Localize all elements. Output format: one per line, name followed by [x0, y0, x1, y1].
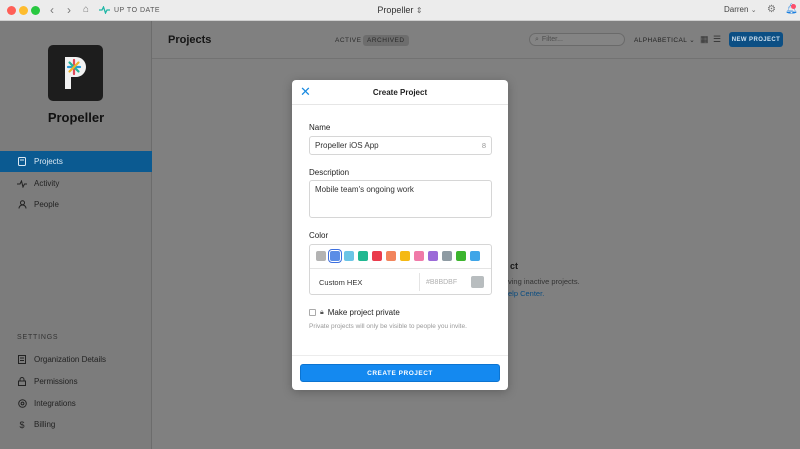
- sidebar-item-label: Billing: [34, 420, 56, 429]
- color-swatch[interactable]: [456, 251, 466, 261]
- private-hint: Private projects will only be visible to…: [309, 323, 467, 330]
- user-menu[interactable]: Darren ⌄: [724, 5, 757, 14]
- color-swatches: [316, 249, 480, 263]
- color-swatch[interactable]: [372, 251, 382, 261]
- building-icon: [17, 355, 27, 365]
- custom-hex-placeholder: #B8BDBF: [426, 278, 458, 286]
- sidebar-item-billing[interactable]: $ Billing: [0, 414, 152, 435]
- sort-label: ALPHABETICAL: [634, 37, 687, 44]
- description-value: Mobile team's ongoing work: [315, 185, 414, 194]
- tab-active[interactable]: ACTIVE: [331, 35, 365, 46]
- description-textarea[interactable]: Mobile team's ongoing work: [309, 180, 492, 218]
- sidebar-item-label: Projects: [34, 157, 63, 166]
- sidebar-item-organization-details[interactable]: Organization Details: [0, 349, 152, 370]
- projects-icon: [17, 157, 27, 167]
- color-picker: Custom HEX #B8BDBF: [309, 244, 492, 295]
- workspace-logo: [48, 45, 103, 101]
- modal-title: Create Project: [372, 88, 428, 97]
- window-title[interactable]: Propeller ⇕: [0, 5, 800, 15]
- color-swatch[interactable]: [400, 251, 410, 261]
- user-name: Darren: [724, 5, 749, 14]
- help-center-link[interactable]: elp Center.: [508, 289, 544, 298]
- name-char-count: 8: [481, 141, 486, 150]
- private-label: Make project private: [327, 308, 400, 317]
- gear-icon[interactable]: ⚙: [767, 3, 776, 17]
- chevron-down-icon: ⌄: [689, 37, 696, 44]
- divider: [292, 355, 508, 356]
- color-swatch[interactable]: [316, 251, 326, 261]
- sidebar-item-label: Organization Details: [34, 355, 107, 364]
- settings-heading: SETTINGS: [17, 334, 59, 341]
- sidebar-item-label: Activity: [34, 179, 60, 188]
- color-swatch[interactable]: [414, 251, 424, 261]
- private-checkbox[interactable]: [309, 309, 316, 316]
- activity-icon: [17, 179, 27, 189]
- divider: [310, 268, 491, 269]
- color-swatch[interactable]: [386, 251, 396, 261]
- chevron-down-icon: ⌄: [750, 7, 757, 14]
- search-icon: ⌕: [535, 35, 539, 43]
- color-swatch[interactable]: [344, 251, 354, 261]
- grid-view-icon[interactable]: ▦: [700, 35, 709, 44]
- sidebar-item-people[interactable]: People: [0, 194, 152, 215]
- empty-state-text: ving inactive projects.: [508, 277, 580, 286]
- create-project-button[interactable]: CREATE PROJECT: [300, 364, 500, 382]
- dollar-icon: $: [19, 419, 25, 430]
- modal-header: ✕ Create Project: [292, 80, 508, 105]
- people-icon: [17, 200, 27, 210]
- workspace-name: Propeller: [47, 110, 105, 125]
- custom-hex-input[interactable]: #B8BDBF: [419, 273, 490, 291]
- color-swatch[interactable]: [442, 251, 452, 261]
- sort-dropdown[interactable]: ALPHABETICAL ⌄: [634, 36, 695, 44]
- custom-hex-label: Custom HEX: [319, 278, 363, 287]
- color-swatch[interactable]: [470, 251, 480, 261]
- sidebar-item-label: Permissions: [34, 377, 78, 386]
- notification-badge: [791, 4, 796, 9]
- list-view-icon[interactable]: ☰: [713, 35, 721, 44]
- propeller-logo-icon: [65, 57, 86, 89]
- color-swatch[interactable]: [358, 251, 368, 261]
- filter-placeholder: Filter...: [541, 36, 563, 43]
- sidebar-item-label: Integrations: [34, 399, 76, 408]
- color-label: Color: [309, 231, 329, 240]
- chevron-up-down-icon: ⇕: [415, 6, 423, 15]
- name-value: Propeller iOS App: [315, 141, 379, 150]
- sidebar-item-projects[interactable]: Projects: [0, 151, 152, 172]
- title-bar: ‹ › ⌂ UP TO DATE Propeller ⇕ Darren ⌄ ⚙ …: [0, 0, 800, 21]
- private-toggle-row[interactable]: 🔒︎ Make project private: [309, 308, 400, 317]
- sidebar-item-integrations[interactable]: Integrations: [0, 393, 152, 414]
- name-input[interactable]: Propeller iOS App 8: [309, 136, 492, 155]
- tab-archived[interactable]: ARCHIVED: [363, 35, 409, 46]
- custom-hex-preview: [471, 276, 484, 288]
- sidebar-item-label: People: [34, 200, 59, 209]
- color-swatch[interactable]: [328, 249, 342, 263]
- name-label: Name: [309, 123, 331, 132]
- create-project-modal: ✕ Create Project Name Propeller iOS App …: [292, 80, 508, 390]
- color-swatch[interactable]: [428, 251, 438, 261]
- integrations-icon: [17, 399, 27, 409]
- sidebar: Propeller Projects Activity People SETTI…: [0, 21, 152, 449]
- description-label: Description: [309, 168, 350, 177]
- empty-state-title: ct: [510, 261, 519, 271]
- window-title-label: Propeller: [377, 5, 414, 15]
- filter-input[interactable]: ⌕ Filter...: [529, 33, 625, 46]
- sidebar-item-permissions[interactable]: Permissions: [0, 371, 152, 392]
- lock-icon: 🔒︎: [320, 308, 324, 316]
- page-title: Projects: [168, 34, 212, 46]
- main-header: Projects ACTIVE ARCHIVED ⌕ Filter... ALP…: [152, 21, 800, 59]
- new-project-button[interactable]: NEW PROJECT: [729, 32, 783, 47]
- sidebar-item-activity[interactable]: Activity: [0, 173, 152, 194]
- lock-icon: [17, 377, 27, 387]
